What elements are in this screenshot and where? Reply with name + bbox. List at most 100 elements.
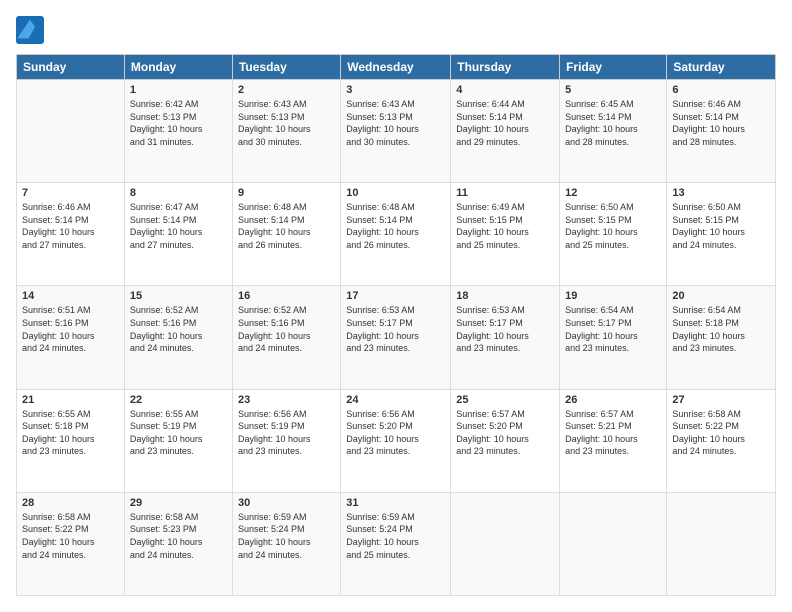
weekday-header-tuesday: Tuesday [232, 55, 340, 80]
calendar-cell [17, 80, 125, 183]
day-info: Sunrise: 6:59 AM Sunset: 5:24 PM Dayligh… [346, 511, 445, 561]
calendar-cell: 30 Sunrise: 6:59 AM Sunset: 5:24 PM Dayli… [232, 492, 340, 595]
day-info: Sunrise: 6:58 AM Sunset: 5:22 PM Dayligh… [22, 511, 119, 561]
day-number: 22 [130, 394, 227, 406]
calendar-cell: 16 Sunrise: 6:52 AM Sunset: 5:16 PM Dayli… [232, 286, 340, 389]
weekday-header-friday: Friday [560, 55, 667, 80]
calendar-cell [560, 492, 667, 595]
weekday-header-saturday: Saturday [667, 55, 776, 80]
day-info: Sunrise: 6:55 AM Sunset: 5:19 PM Dayligh… [130, 408, 227, 458]
day-number: 3 [346, 84, 445, 96]
header [16, 16, 776, 44]
calendar-cell: 24 Sunrise: 6:56 AM Sunset: 5:20 PM Dayli… [341, 389, 451, 492]
day-info: Sunrise: 6:53 AM Sunset: 5:17 PM Dayligh… [346, 304, 445, 354]
day-number: 18 [456, 290, 554, 302]
day-info: Sunrise: 6:46 AM Sunset: 5:14 PM Dayligh… [672, 98, 770, 148]
day-info: Sunrise: 6:52 AM Sunset: 5:16 PM Dayligh… [238, 304, 335, 354]
day-info: Sunrise: 6:51 AM Sunset: 5:16 PM Dayligh… [22, 304, 119, 354]
calendar-body: 1 Sunrise: 6:42 AM Sunset: 5:13 PM Daylig… [17, 80, 776, 596]
page: SundayMondayTuesdayWednesdayThursdayFrid… [0, 0, 792, 612]
week-row-3: 14 Sunrise: 6:51 AM Sunset: 5:16 PM Dayli… [17, 286, 776, 389]
week-row-1: 1 Sunrise: 6:42 AM Sunset: 5:13 PM Daylig… [17, 80, 776, 183]
calendar-cell: 29 Sunrise: 6:58 AM Sunset: 5:23 PM Dayli… [124, 492, 232, 595]
day-number: 7 [22, 187, 119, 199]
day-number: 15 [130, 290, 227, 302]
day-info: Sunrise: 6:50 AM Sunset: 5:15 PM Dayligh… [672, 201, 770, 251]
day-number: 8 [130, 187, 227, 199]
calendar-cell: 12 Sunrise: 6:50 AM Sunset: 5:15 PM Dayli… [560, 183, 667, 286]
weekday-header-monday: Monday [124, 55, 232, 80]
calendar-cell: 11 Sunrise: 6:49 AM Sunset: 5:15 PM Dayli… [451, 183, 560, 286]
day-info: Sunrise: 6:48 AM Sunset: 5:14 PM Dayligh… [238, 201, 335, 251]
day-number: 21 [22, 394, 119, 406]
calendar-cell: 19Sunrise: 6:54 AM Sunset: 5:17 PM Dayli… [560, 286, 667, 389]
day-info: Sunrise: 6:59 AM Sunset: 5:24 PM Dayligh… [238, 511, 335, 561]
day-number: 1 [130, 84, 227, 96]
day-number: 11 [456, 187, 554, 199]
calendar-cell: 6 Sunrise: 6:46 AM Sunset: 5:14 PM Daylig… [667, 80, 776, 183]
day-info: Sunrise: 6:42 AM Sunset: 5:13 PM Dayligh… [130, 98, 227, 148]
calendar-cell: 22 Sunrise: 6:55 AM Sunset: 5:19 PM Dayli… [124, 389, 232, 492]
day-number: 30 [238, 497, 335, 509]
day-info: Sunrise: 6:57 AM Sunset: 5:21 PM Dayligh… [565, 408, 661, 458]
calendar-cell: 7 Sunrise: 6:46 AM Sunset: 5:14 PM Daylig… [17, 183, 125, 286]
day-number: 2 [238, 84, 335, 96]
day-info: Sunrise: 6:44 AM Sunset: 5:14 PM Dayligh… [456, 98, 554, 148]
calendar-cell: 31 Sunrise: 6:59 AM Sunset: 5:24 PM Dayli… [341, 492, 451, 595]
day-number: 12 [565, 187, 661, 199]
calendar-cell: 20Sunrise: 6:54 AM Sunset: 5:18 PM Dayli… [667, 286, 776, 389]
day-number: 26 [565, 394, 661, 406]
weekday-header-thursday: Thursday [451, 55, 560, 80]
calendar-cell: 28Sunrise: 6:58 AM Sunset: 5:22 PM Dayli… [17, 492, 125, 595]
day-info: Sunrise: 6:47 AM Sunset: 5:14 PM Dayligh… [130, 201, 227, 251]
calendar-cell: 18 Sunrise: 6:53 AM Sunset: 5:17 PM Dayli… [451, 286, 560, 389]
day-info: Sunrise: 6:46 AM Sunset: 5:14 PM Dayligh… [22, 201, 119, 251]
week-row-4: 21 Sunrise: 6:55 AM Sunset: 5:18 PM Dayli… [17, 389, 776, 492]
logo-icon [16, 16, 44, 44]
calendar-cell: 27Sunrise: 6:58 AM Sunset: 5:22 PM Dayli… [667, 389, 776, 492]
day-info: Sunrise: 6:48 AM Sunset: 5:14 PM Dayligh… [346, 201, 445, 251]
calendar-cell [451, 492, 560, 595]
calendar-cell: 8 Sunrise: 6:47 AM Sunset: 5:14 PM Daylig… [124, 183, 232, 286]
day-info: Sunrise: 6:57 AM Sunset: 5:20 PM Dayligh… [456, 408, 554, 458]
day-number: 9 [238, 187, 335, 199]
day-info: Sunrise: 6:43 AM Sunset: 5:13 PM Dayligh… [238, 98, 335, 148]
day-info: Sunrise: 6:49 AM Sunset: 5:15 PM Dayligh… [456, 201, 554, 251]
weekday-row: SundayMondayTuesdayWednesdayThursdayFrid… [17, 55, 776, 80]
day-number: 29 [130, 497, 227, 509]
calendar-cell: 1 Sunrise: 6:42 AM Sunset: 5:13 PM Daylig… [124, 80, 232, 183]
day-info: Sunrise: 6:58 AM Sunset: 5:22 PM Dayligh… [672, 408, 770, 458]
day-info: Sunrise: 6:53 AM Sunset: 5:17 PM Dayligh… [456, 304, 554, 354]
day-info: Sunrise: 6:54 AM Sunset: 5:17 PM Dayligh… [565, 304, 661, 354]
day-number: 10 [346, 187, 445, 199]
day-number: 5 [565, 84, 661, 96]
calendar-cell: 3 Sunrise: 6:43 AM Sunset: 5:13 PM Daylig… [341, 80, 451, 183]
weekday-header-wednesday: Wednesday [341, 55, 451, 80]
week-row-5: 28Sunrise: 6:58 AM Sunset: 5:22 PM Dayli… [17, 492, 776, 595]
day-number: 14 [22, 290, 119, 302]
day-info: Sunrise: 6:43 AM Sunset: 5:13 PM Dayligh… [346, 98, 445, 148]
calendar-cell: 10 Sunrise: 6:48 AM Sunset: 5:14 PM Dayli… [341, 183, 451, 286]
calendar-cell: 13 Sunrise: 6:50 AM Sunset: 5:15 PM Dayli… [667, 183, 776, 286]
calendar-header: SundayMondayTuesdayWednesdayThursdayFrid… [17, 55, 776, 80]
day-info: Sunrise: 6:50 AM Sunset: 5:15 PM Dayligh… [565, 201, 661, 251]
day-info: Sunrise: 6:52 AM Sunset: 5:16 PM Dayligh… [130, 304, 227, 354]
calendar-cell: 2 Sunrise: 6:43 AM Sunset: 5:13 PM Daylig… [232, 80, 340, 183]
calendar-cell: 25Sunrise: 6:57 AM Sunset: 5:20 PM Dayli… [451, 389, 560, 492]
day-number: 13 [672, 187, 770, 199]
day-info: Sunrise: 6:56 AM Sunset: 5:20 PM Dayligh… [346, 408, 445, 458]
day-number: 24 [346, 394, 445, 406]
day-number: 16 [238, 290, 335, 302]
calendar-table: SundayMondayTuesdayWednesdayThursdayFrid… [16, 54, 776, 596]
day-info: Sunrise: 6:55 AM Sunset: 5:18 PM Dayligh… [22, 408, 119, 458]
day-number: 17 [346, 290, 445, 302]
day-info: Sunrise: 6:45 AM Sunset: 5:14 PM Dayligh… [565, 98, 661, 148]
calendar-cell: 26 Sunrise: 6:57 AM Sunset: 5:21 PM Dayli… [560, 389, 667, 492]
day-number: 20 [672, 290, 770, 302]
day-number: 6 [672, 84, 770, 96]
calendar-cell: 5 Sunrise: 6:45 AM Sunset: 5:14 PM Daylig… [560, 80, 667, 183]
week-row-2: 7 Sunrise: 6:46 AM Sunset: 5:14 PM Daylig… [17, 183, 776, 286]
logo [16, 16, 48, 44]
day-info: Sunrise: 6:58 AM Sunset: 5:23 PM Dayligh… [130, 511, 227, 561]
day-number: 31 [346, 497, 445, 509]
